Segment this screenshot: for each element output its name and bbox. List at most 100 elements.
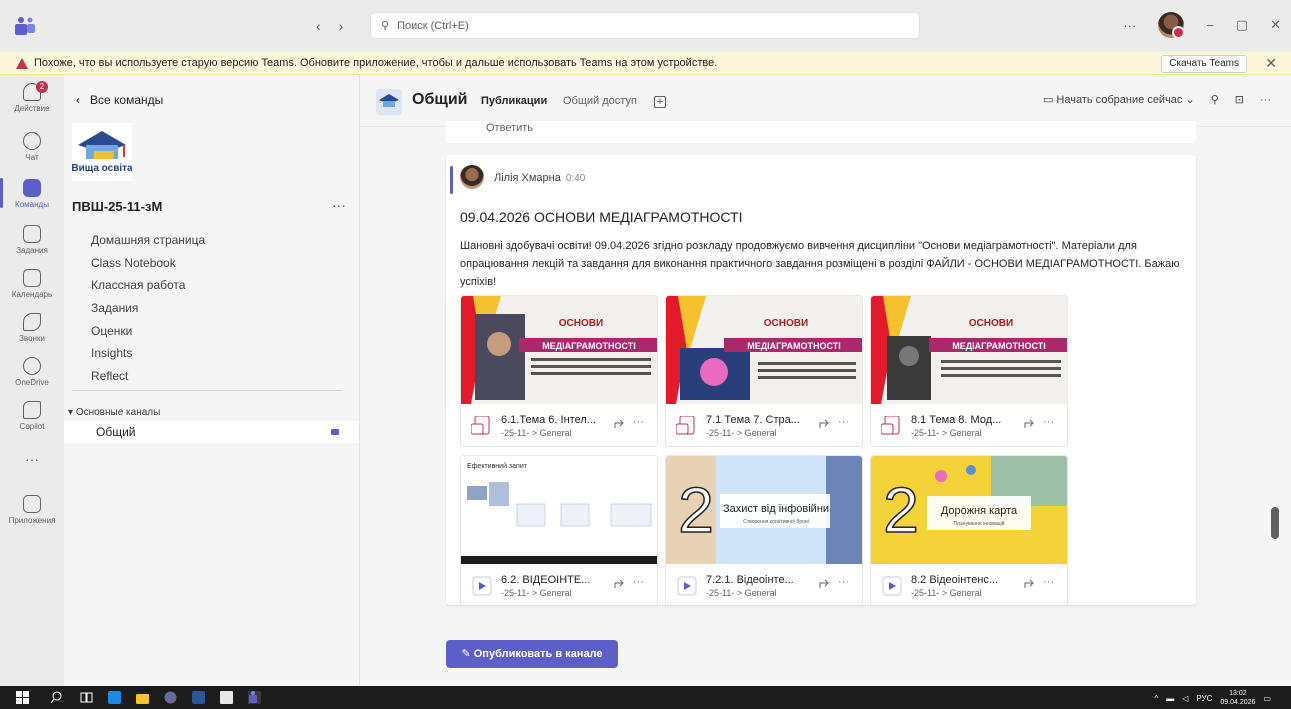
all-teams-link[interactable]: ‹ Все команды (76, 93, 163, 107)
nav-grades[interactable]: Оценки (91, 320, 205, 343)
rail-label: Действие (14, 104, 50, 113)
file-more-button[interactable]: ··· (633, 576, 644, 588)
rail-copilot[interactable]: Copilot (0, 401, 64, 431)
share-icon[interactable] (818, 418, 830, 430)
browser-icon[interactable] (164, 691, 177, 704)
search-icon: ⚲ (381, 20, 390, 32)
scrollbar-thumb[interactable] (1271, 507, 1279, 539)
user-avatar[interactable] (1158, 12, 1186, 39)
back-arrow-icon[interactable]: ‹ (316, 18, 321, 34)
tab-posts[interactable]: Публикации (481, 95, 547, 107)
meet-now-button[interactable]: ▭ Начать собрание сейчас ⌄ (1043, 93, 1195, 106)
update-banner: Похоже, что вы используете старую версию… (0, 52, 1291, 75)
rail-onedrive[interactable]: OneDrive (0, 357, 64, 387)
banner-close-button[interactable]: ✕ (1265, 55, 1277, 72)
teams-taskbar-icon[interactable] (248, 691, 261, 704)
reply-strip[interactable]: Ответить (446, 121, 1196, 143)
add-tab-button[interactable]: + (654, 96, 666, 108)
thumb-number: 2 (678, 474, 714, 546)
task-view-icon[interactable] (80, 691, 93, 704)
share-icon[interactable] (613, 578, 625, 590)
rail-apps[interactable]: Приложения (0, 495, 64, 525)
author-avatar[interactable] (460, 165, 484, 189)
nav-reflect[interactable]: Reflect (91, 365, 205, 388)
rail-teams[interactable]: Команды (0, 179, 64, 209)
app-icon[interactable] (108, 691, 121, 704)
team-name: ПВШ-25-11-зМ (72, 199, 163, 214)
publish-in-channel-button[interactable]: ✎ Опубликовать в канале (446, 640, 618, 668)
expand-icon[interactable]: ⊡ (1235, 93, 1244, 106)
search-icon[interactable] (50, 691, 63, 704)
rail-label: Звонки (19, 334, 45, 343)
nav-insights[interactable]: Insights (91, 342, 205, 365)
clock[interactable]: 13:02 09.04.2026 (1220, 689, 1255, 707)
video-play-icon (677, 576, 697, 596)
word-icon[interactable] (192, 691, 205, 704)
post-author[interactable]: Лілія Хмарна (494, 172, 561, 184)
search-placeholder: Поиск (Ctrl+E) (397, 19, 469, 32)
channel-general[interactable]: Общий (64, 421, 359, 443)
thumb-subtitle: МЕДІАГРАМОТНОСТІ (542, 341, 636, 351)
volume-icon[interactable]: ◁ (1182, 694, 1188, 703)
tab-shared[interactable]: Общий доступ (563, 95, 637, 107)
restore-button[interactable]: ▢ (1236, 17, 1248, 33)
file-more-button[interactable]: ··· (1043, 576, 1054, 588)
channels-header[interactable]: ▾ Основные каналы (68, 407, 160, 418)
share-icon[interactable] (818, 578, 830, 590)
channel-label: Общий (96, 425, 136, 439)
windows-taskbar: ^ ▬ ◁ РУС 13:02 09.04.2026 ▭ (0, 686, 1291, 709)
nav-class-notebook[interactable]: Class Notebook (91, 252, 205, 275)
search-icon[interactable]: ⚲ (1211, 93, 1219, 106)
share-icon[interactable] (1023, 578, 1035, 590)
search-input[interactable]: ⚲ Поиск (Ctrl+E) (370, 12, 920, 39)
rail-calendar[interactable]: Календарь (0, 269, 64, 299)
rail-assignments[interactable]: Задания (0, 225, 64, 255)
notification-icon[interactable]: ▭ (1263, 694, 1271, 703)
file-card[interactable]: ОСНОВИ МЕДІАГРАМОТНОСТІ 8.1 Тема 8. Мод.… (870, 295, 1068, 447)
team-more-button[interactable]: ··· (332, 197, 346, 213)
file-name[interactable]: 7.2.1. Відеоінте... (706, 574, 811, 586)
share-icon[interactable] (613, 418, 625, 430)
rail-activity[interactable]: 2 Действие (0, 81, 64, 113)
nav-home[interactable]: Домашняя страница (91, 229, 205, 252)
file-card[interactable]: 2 Дорожня карта Планування інновацій 8.2… (870, 455, 1068, 605)
file-name[interactable]: 8.1 Тема 8. Мод... (911, 414, 1016, 426)
calendar-icon (23, 269, 41, 287)
file-card[interactable]: 2 Захист від інфовійни Створення когніти… (665, 455, 863, 605)
forward-arrow-icon[interactable]: › (339, 18, 344, 34)
file-explorer-icon[interactable] (136, 691, 149, 704)
file-more-button[interactable]: ··· (633, 416, 644, 428)
file-path: -25-11- > General (501, 588, 572, 598)
minimize-button[interactable]: − (1206, 18, 1214, 33)
tray-chevron-icon[interactable]: ^ (1154, 694, 1158, 703)
nav-classwork[interactable]: Классная работа (91, 274, 205, 297)
network-icon[interactable]: ▬ (1166, 694, 1174, 703)
file-card[interactable]: Ефективний запит 6.2. ВІДЕОІНТЕ... -25-1… (460, 455, 658, 605)
file-card[interactable]: ОСНОВИ МЕДІАГРАМОТНОСТІ 7.1 Тема 7. Стра… (665, 295, 863, 447)
share-icon[interactable] (1023, 418, 1035, 430)
rail-chat[interactable]: Чат (0, 132, 64, 162)
more-options-button[interactable]: ··· (1123, 18, 1136, 33)
file-name[interactable]: 8.2 Відеоінтенс... (911, 574, 1016, 586)
notepad-icon[interactable] (220, 691, 233, 704)
file-name[interactable]: 6.1.Тема 6. Інтел... (501, 414, 606, 426)
file-card[interactable]: ОСНОВИ МЕДІАГРАМОТНОСТІ 6.1.Тема 6. Інте… (460, 295, 658, 447)
file-name[interactable]: 6.2. ВІДЕОІНТЕ... (501, 574, 606, 586)
file-more-button[interactable]: ··· (838, 576, 849, 588)
nav-assignments[interactable]: Задания (91, 297, 205, 320)
windows-start-icon[interactable] (16, 691, 29, 704)
file-name[interactable]: 7.1 Тема 7. Стра... (706, 414, 811, 426)
close-window-button[interactable]: ✕ (1270, 17, 1281, 33)
language-indicator[interactable]: РУС (1196, 694, 1212, 703)
more-apps-icon: ··· (25, 451, 39, 467)
all-teams-label: Все команды (90, 93, 164, 107)
file-more-button[interactable]: ··· (838, 416, 849, 428)
file-more-button[interactable]: ··· (1043, 416, 1054, 428)
file-path: -25-11- > General (706, 428, 777, 438)
rail-more[interactable]: ··· (0, 451, 64, 467)
header-more-button[interactable]: ··· (1260, 94, 1271, 106)
download-teams-button[interactable]: Скачать Teams (1161, 55, 1247, 73)
channels-header-label: Основные каналы (75, 407, 161, 418)
banner-text: Похоже, что вы используете старую версию… (34, 57, 718, 69)
rail-calls[interactable]: Звонки (0, 313, 64, 343)
